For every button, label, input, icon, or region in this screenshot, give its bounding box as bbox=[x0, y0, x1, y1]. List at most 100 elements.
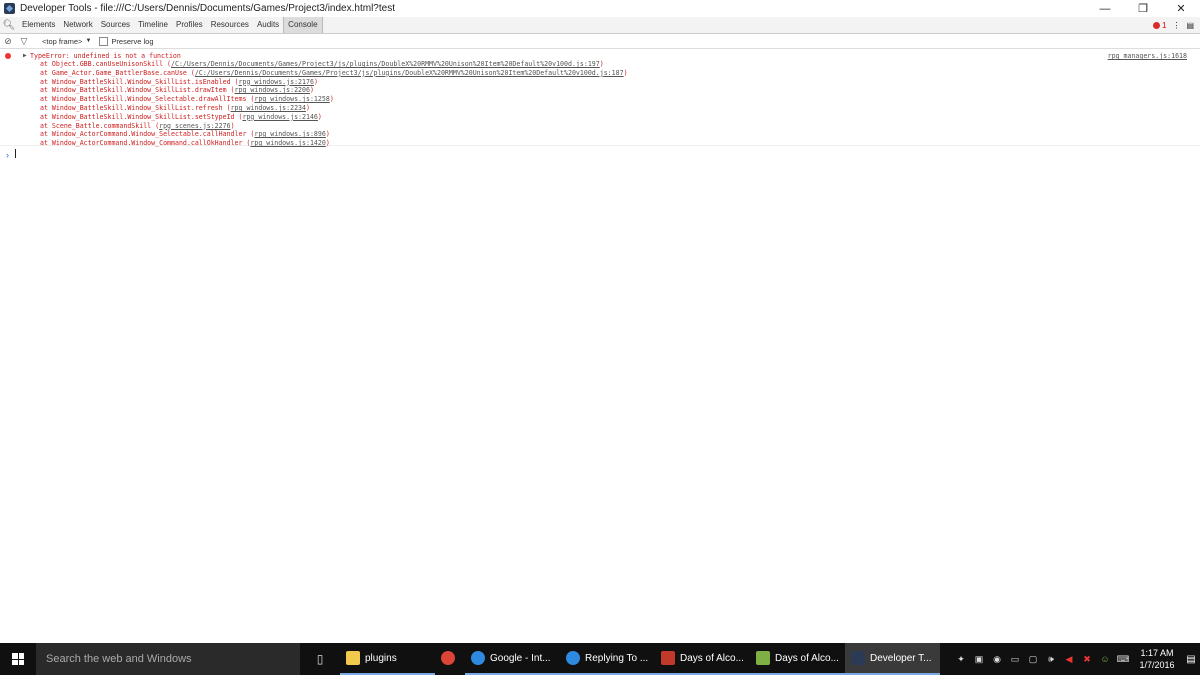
stack-frame-link[interactable]: rpg_windows.js:2146 bbox=[242, 113, 317, 121]
tab-console[interactable]: Console bbox=[283, 17, 323, 33]
stack-frame-link[interactable]: rpg_windows.js:2206 bbox=[235, 86, 310, 94]
console-input-caret[interactable] bbox=[15, 149, 16, 158]
stack-frame: at Game_Actor.Game_BattlerBase.canUse (/… bbox=[40, 69, 628, 78]
taskbar-item[interactable]: plugins bbox=[340, 643, 435, 675]
tab-resources[interactable]: Resources bbox=[207, 17, 253, 33]
ie-icon bbox=[566, 651, 580, 665]
tab-profiles[interactable]: Profiles bbox=[172, 17, 207, 33]
windows-logo-icon bbox=[12, 653, 24, 665]
console-prompt-icon: › bbox=[6, 150, 9, 160]
preserve-log-checkbox[interactable] bbox=[99, 36, 109, 46]
stack-frame-end: ) bbox=[599, 60, 604, 68]
stack-frame-end: ) bbox=[309, 86, 314, 95]
taskbar-item[interactable]: Days of Alco... bbox=[750, 643, 845, 675]
taskbar-item[interactable] bbox=[435, 643, 465, 675]
frame-selector-label: <top frame> bbox=[42, 36, 83, 46]
game-icon bbox=[661, 651, 675, 665]
stack-frame-end: ) bbox=[329, 95, 334, 104]
expand-triangle-icon[interactable]: ▶ bbox=[23, 52, 27, 59]
taskbar-item[interactable]: Days of Alco... bbox=[655, 643, 750, 675]
keyboard-icon[interactable]: ⌨ bbox=[1116, 654, 1130, 665]
stack-frame-end: ) bbox=[325, 130, 330, 139]
stack-frame-end: ) bbox=[306, 103, 310, 112]
system-tray: ✦ ▣ ◉ ▭ ▢ 🕪︎ ◀ ✖ ☺ ⌨ 1:17 AM 1/7/2016 ▤ bbox=[952, 643, 1200, 675]
stack-frame-link[interactable]: /C:/Users/Dennis/Documents/Games/Project… bbox=[195, 69, 624, 77]
tab-timeline[interactable]: Timeline bbox=[134, 17, 172, 33]
taskbar: Search the web and Windows ▯ plugins Goog… bbox=[0, 643, 1200, 675]
dock-icon[interactable]: ▤ bbox=[1186, 21, 1194, 30]
stack-frame: at Window_BattleSkill.Window_SkillList.r… bbox=[40, 104, 628, 113]
devtools-tabbar: 🔍︎ Elements Network Sources Timeline Pro… bbox=[0, 17, 1200, 34]
close-button[interactable]: ✕ bbox=[1162, 0, 1200, 17]
window-title-bar: Developer Tools - file:///C:/Users/Denni… bbox=[0, 0, 1200, 17]
stack-frame-end: ) bbox=[325, 139, 330, 148]
clock[interactable]: 1:17 AM 1/7/2016 bbox=[1132, 647, 1182, 671]
stack-frame: at Object.GBB.canUseUnisonSkill (/C:/Use… bbox=[40, 60, 628, 69]
taskbar-item-label: plugins bbox=[365, 652, 397, 664]
minimize-button[interactable]: — bbox=[1086, 0, 1124, 17]
stack-frame: at Window_BattleSkill.Window_SkillList.d… bbox=[40, 86, 628, 95]
restore-button[interactable]: ❐ bbox=[1124, 0, 1162, 17]
stack-frame-link[interactable]: rpg_windows.js:896 bbox=[254, 130, 325, 138]
stack-frame: at Window_BattleSkill.Window_SkillList.i… bbox=[40, 78, 628, 87]
taskbar-item-label: Days of Alco... bbox=[680, 652, 744, 664]
stack-frame-link[interactable]: rpg_windows.js:2176 bbox=[239, 78, 314, 86]
error-icon bbox=[5, 53, 11, 59]
filter-icon[interactable]: ▽ bbox=[16, 36, 32, 47]
network-icon[interactable]: ▢ bbox=[1026, 654, 1040, 665]
chevron-down-icon: ▼ bbox=[85, 38, 92, 44]
clock-date: 1/7/2016 bbox=[1139, 660, 1175, 670]
stack-frame-link[interactable]: rpg_windows.js:2234 bbox=[231, 104, 306, 112]
console-toolbar: ⊘ ▽ <top frame> ▼ Preserve log bbox=[0, 34, 1200, 49]
stack-frame-function: at Window_ActorCommand.Window_Selectable… bbox=[40, 130, 255, 139]
devtools-icon bbox=[851, 651, 865, 665]
notifications-icon[interactable]: ▤ bbox=[1182, 654, 1200, 665]
stack-frame-link[interactable]: rpg_scenes.js:2276 bbox=[159, 122, 230, 130]
taskbar-item-label: Google - Int... bbox=[490, 652, 551, 664]
taskbar-item[interactable]: Google - Int... bbox=[465, 643, 560, 675]
tray-app-icon[interactable]: ✦ bbox=[954, 654, 968, 665]
tray-sync-icon[interactable]: ☺ bbox=[1098, 654, 1112, 664]
chrome-icon bbox=[441, 651, 455, 665]
tab-audits[interactable]: Audits bbox=[253, 17, 283, 33]
start-button[interactable] bbox=[0, 643, 36, 675]
flag-icon[interactable]: ◀ bbox=[1062, 654, 1076, 665]
taskbar-search-input[interactable]: Search the web and Windows bbox=[36, 643, 300, 675]
error-count-badge[interactable]: 1 bbox=[1152, 21, 1166, 30]
stack-frame-link[interactable]: rpg_windows.js:1420 bbox=[250, 139, 325, 147]
devtools-app-icon bbox=[4, 3, 15, 14]
tab-network[interactable]: Network bbox=[59, 17, 96, 33]
steam-icon[interactable]: ◉ bbox=[990, 654, 1004, 665]
tab-sources[interactable]: Sources bbox=[97, 17, 134, 33]
inspect-search-icon[interactable]: 🔍︎ bbox=[0, 20, 18, 31]
taskbar-item[interactable]: Developer T... bbox=[845, 643, 940, 675]
tab-elements[interactable]: Elements bbox=[18, 17, 59, 33]
clear-console-icon[interactable]: ⊘ bbox=[0, 36, 16, 47]
error-icon bbox=[1152, 21, 1160, 29]
task-view-icon[interactable]: ▯ bbox=[300, 643, 340, 675]
taskbar-item-label: Developer T... bbox=[870, 652, 932, 664]
clock-time: 1:17 AM bbox=[1140, 648, 1174, 658]
stack-frame-link[interactable]: rpg_windows.js:1258 bbox=[254, 95, 329, 103]
stack-frame: at Window_BattleSkill.Window_Selectable.… bbox=[40, 95, 628, 104]
stack-frame-function: at Window_BattleSkill.Window_SkillList.r… bbox=[40, 103, 231, 112]
stack-frame-function: at Window_BattleSkill.Window_SkillList.i… bbox=[40, 77, 239, 86]
stack-frame: at Window_BattleSkill.Window_SkillList.s… bbox=[40, 113, 628, 122]
stack-frame-end: ) bbox=[317, 112, 322, 121]
game-icon bbox=[756, 651, 770, 665]
volume-icon[interactable]: 🕪︎ bbox=[1044, 654, 1058, 665]
window-controls: — ❐ ✕ bbox=[1086, 0, 1200, 17]
source-link[interactable]: rpg_managers.js:1618 bbox=[1108, 52, 1187, 60]
tray-alert-icon[interactable]: ✖ bbox=[1080, 654, 1094, 665]
taskbar-item[interactable]: Replying To ... bbox=[560, 643, 655, 675]
stack-trace: at Object.GBB.canUseUnisonSkill (/C:/Use… bbox=[40, 60, 628, 148]
stack-frame-function: at Window_ActorCommand.Window_Command.ca… bbox=[40, 139, 251, 148]
stack-frame-link[interactable]: /C:/Users/Dennis/Documents/Games/Project… bbox=[171, 60, 600, 68]
stack-frame-function: at Window_BattleSkill.Window_Selectable.… bbox=[40, 95, 255, 104]
tray-network-app-icon[interactable]: ▣ bbox=[972, 654, 986, 665]
window-title: Developer Tools - file:///C:/Users/Denni… bbox=[20, 3, 395, 14]
frame-selector[interactable]: <top frame> ▼ bbox=[42, 37, 91, 46]
tray-device-icon[interactable]: ▭ bbox=[1008, 654, 1022, 665]
settings-gear-icon[interactable]: ⋮ bbox=[1172, 21, 1180, 30]
stack-frame-function: at Window_BattleSkill.Window_SkillList.s… bbox=[40, 112, 243, 121]
